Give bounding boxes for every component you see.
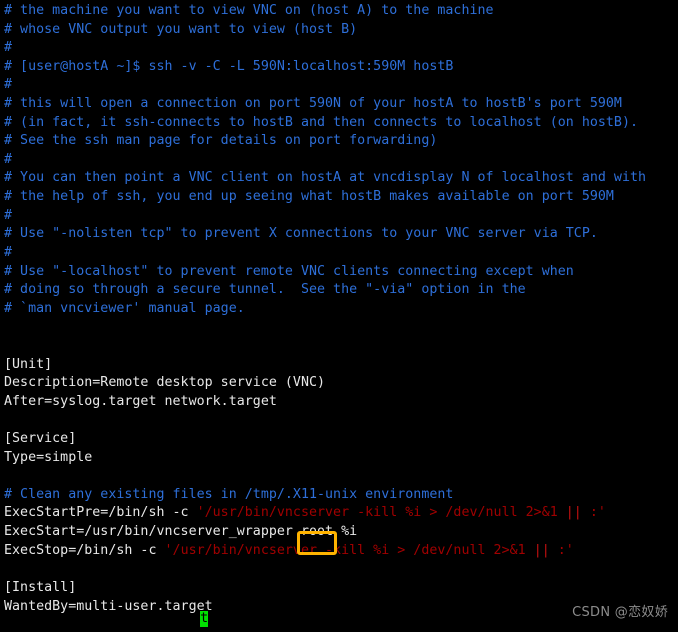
terminal-line (4, 467, 674, 486)
terminal-span: ExecStart=/usr/bin/vncserver_wrapper roo… (4, 524, 358, 540)
terminal-span: # whose VNC output you want to view (hos… (4, 21, 358, 37)
terminal-line: After=syslog.target network.target (4, 393, 674, 412)
terminal-line: # the help of ssh, you end up seeing wha… (4, 188, 674, 207)
terminal-span: ExecStartPre=/bin/sh -c (4, 505, 197, 521)
terminal-span: # [user@hostA ~]$ ssh -v -C -L 590N:loca… (4, 58, 454, 74)
terminal-span: :' (549, 542, 574, 558)
terminal-line: # Use "-localhost" to prevent remote VNC… (4, 263, 674, 282)
terminal-span: Type=simple (4, 449, 93, 465)
terminal-span: # the machine you want to view VNC on (h… (4, 3, 494, 18)
terminal-span: [Service] (4, 431, 77, 447)
terminal-line: [Unit] (4, 356, 674, 375)
terminal-span: # (4, 244, 13, 260)
terminal-span: # Use "-nolisten tcp" to prevent X conne… (4, 226, 598, 242)
terminal-span (4, 412, 12, 427)
terminal-line: # You can then point a VNC client on hos… (4, 169, 674, 188)
terminal-line: # (4, 39, 674, 58)
terminal-span (4, 338, 12, 353)
terminal-span: # the help of ssh, you end up seeing wha… (4, 189, 614, 205)
terminal-line: # `man vncviewer' manual page. (4, 300, 674, 319)
terminal-span: # Use "-localhost" to prevent remote VNC… (4, 263, 574, 279)
terminal-text-buffer[interactable]: # the machine you want to view VNC on (h… (4, 2, 674, 616)
terminal-span: || (533, 542, 550, 558)
terminal-span: After=syslog.target network.target (4, 393, 277, 409)
terminal-span: # `man vncviewer' manual page. (4, 300, 245, 316)
terminal-line: [Install] (4, 579, 674, 598)
terminal-span: :' (581, 505, 606, 521)
terminal-span: # (4, 40, 13, 56)
terminal-span: Description=Remote desktop service (VNC) (4, 375, 326, 391)
terminal-line: [Service] (4, 430, 674, 449)
terminal-window[interactable]: # the machine you want to view VNC on (h… (0, 0, 678, 632)
terminal-line: # (4, 151, 674, 170)
terminal-span: # Clean any existing files in /tmp/.X11-… (4, 486, 454, 502)
terminal-line: # whose VNC output you want to view (hos… (4, 21, 674, 40)
terminal-span: WantedBy=multi-user.target (4, 598, 213, 614)
terminal-line: # (in fact, it ssh-connects to hostB and… (4, 114, 674, 133)
terminal-span: '/usr/bin/vncserver -kill %i > /dev/null… (164, 542, 534, 558)
terminal-line: ExecStartPre=/bin/sh -c '/usr/bin/vncser… (4, 504, 674, 523)
terminal-line: # (4, 244, 674, 263)
terminal-span: # (4, 151, 13, 167)
terminal-line: # Clean any existing files in /tmp/.X11-… (4, 486, 674, 505)
terminal-line: # (4, 76, 674, 95)
terminal-line: # this will open a connection on port 59… (4, 95, 674, 114)
terminal-span: # See the ssh man page for details on po… (4, 133, 438, 149)
terminal-line: ExecStart=/usr/bin/vncserver_wrapper roo… (4, 523, 674, 542)
terminal-line: # (4, 207, 674, 226)
terminal-line: Description=Remote desktop service (VNC) (4, 374, 674, 393)
terminal-line: # doing so through a secure tunnel. See … (4, 281, 674, 300)
terminal-line: # See the ssh man page for details on po… (4, 132, 674, 151)
terminal-span: # this will open a connection on port 59… (4, 96, 622, 112)
terminal-line: ExecStop=/bin/sh -c '/usr/bin/vncserver … (4, 542, 674, 561)
terminal-span: [Unit] (4, 356, 53, 372)
terminal-line (4, 560, 674, 579)
terminal-span (4, 468, 12, 483)
terminal-line (4, 318, 674, 337)
terminal-span (4, 319, 12, 334)
terminal-span: [Install] (4, 579, 77, 595)
terminal-line (4, 337, 674, 356)
terminal-span: ExecStop=/bin/sh -c (4, 542, 165, 558)
terminal-span (4, 561, 12, 576)
terminal-span: # (4, 207, 13, 223)
terminal-line: # the machine you want to view VNC on (h… (4, 2, 674, 21)
terminal-line: Type=simple (4, 449, 674, 468)
terminal-span: # doing so through a secure tunnel. See … (4, 282, 526, 298)
terminal-span: '/usr/bin/vncserver -kill %i > /dev/null… (196, 505, 566, 521)
terminal-line: # [user@hostA ~]$ ssh -v -C -L 590N:loca… (4, 58, 674, 77)
terminal-line (4, 411, 674, 430)
csdn-watermark: CSDN @恋奴娇 (572, 605, 668, 620)
terminal-span: # (in fact, it ssh-connects to hostB and… (4, 114, 639, 130)
terminal-span: # (4, 77, 13, 93)
terminal-cursor: t (200, 611, 209, 627)
terminal-line: # Use "-nolisten tcp" to prevent X conne… (4, 225, 674, 244)
terminal-span: || (565, 505, 582, 521)
terminal-span: # You can then point a VNC client on hos… (4, 170, 647, 186)
